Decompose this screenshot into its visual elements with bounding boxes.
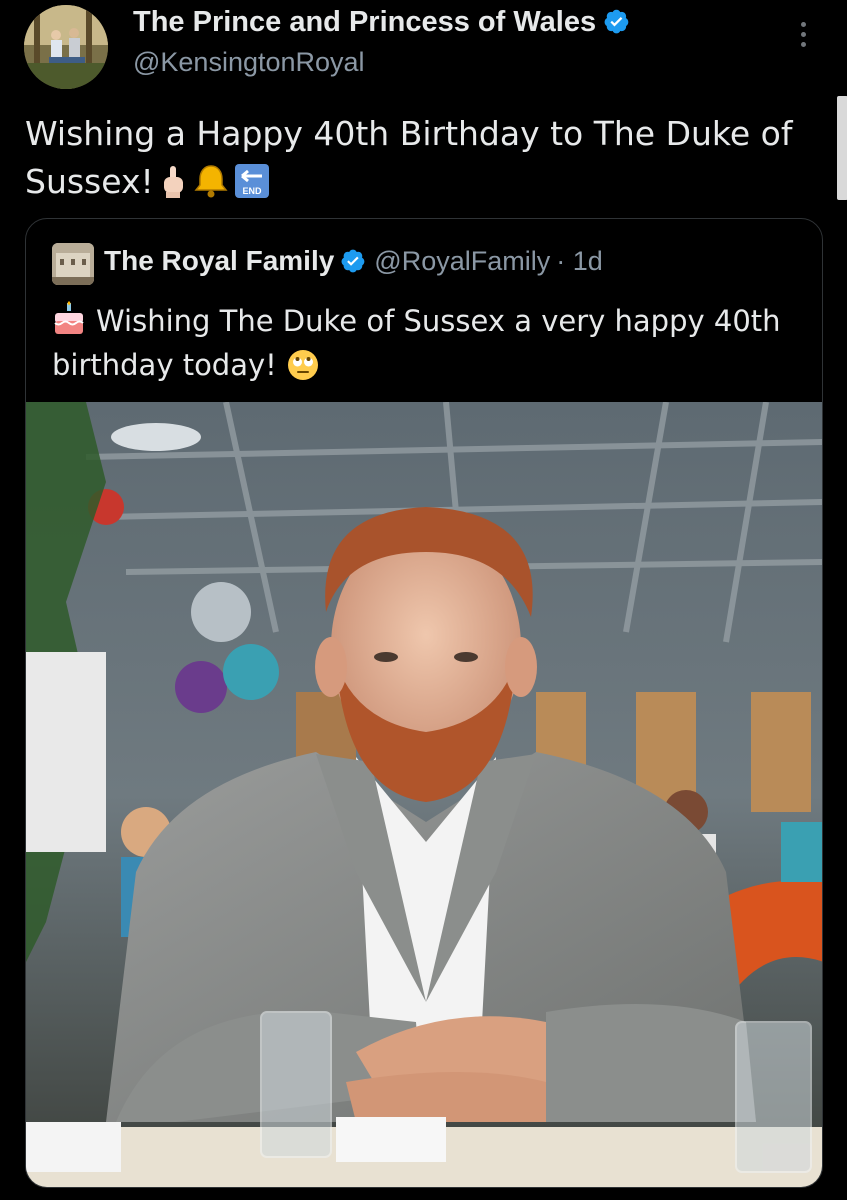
end-arrow-emoji-icon: END: [234, 164, 269, 198]
quoted-tweet-photo[interactable]: [26, 402, 822, 1187]
portrait-photo-icon: [26, 402, 822, 1187]
bell-emoji-icon: [194, 165, 228, 198]
quoted-tweet-body: Wishing The Duke of Sussex a very happy …: [52, 299, 792, 387]
birthday-cake-emoji-icon: [54, 301, 84, 334]
quoted-timestamp[interactable]: · 1d: [556, 246, 603, 276]
palace-photo-icon: [52, 243, 94, 285]
page-scroll-indicator: [838, 96, 847, 200]
author-handle[interactable]: @KensingtonRoyal: [133, 47, 365, 78]
verified-badge-icon: [341, 249, 365, 273]
author-name[interactable]: The Prince and Princess of Wales: [133, 6, 630, 39]
svg-text:END: END: [242, 186, 262, 196]
quoted-author-name[interactable]: The Royal Family: [104, 245, 334, 276]
tweet-body: Wishing a Happy 40th Birthday to The Duk…: [25, 110, 825, 206]
middle-finger-emoji-icon: [163, 166, 183, 198]
quoted-tweet-text: Wishing The Duke of Sussex a very happy …: [52, 304, 781, 382]
author-name-text[interactable]: The Prince and Princess of Wales: [133, 6, 596, 38]
author-avatar[interactable]: [24, 5, 108, 89]
quoted-author-avatar[interactable]: [52, 243, 94, 285]
eye-roll-emoji-icon: [287, 350, 318, 380]
tweet-text: Wishing a Happy 40th Birthday to The Duk…: [25, 114, 793, 201]
quoted-tweet-card[interactable]: The Royal Family @RoyalFamily · 1d Wishing…: [25, 218, 823, 1188]
family-photo-avatar-icon: [24, 5, 108, 89]
quoted-author-handle[interactable]: @RoyalFamily: [374, 246, 550, 276]
quoted-author-line[interactable]: The Royal Family @RoyalFamily · 1d: [104, 245, 603, 277]
verified-badge-icon: [604, 9, 629, 34]
more-options-icon[interactable]: [796, 22, 810, 56]
